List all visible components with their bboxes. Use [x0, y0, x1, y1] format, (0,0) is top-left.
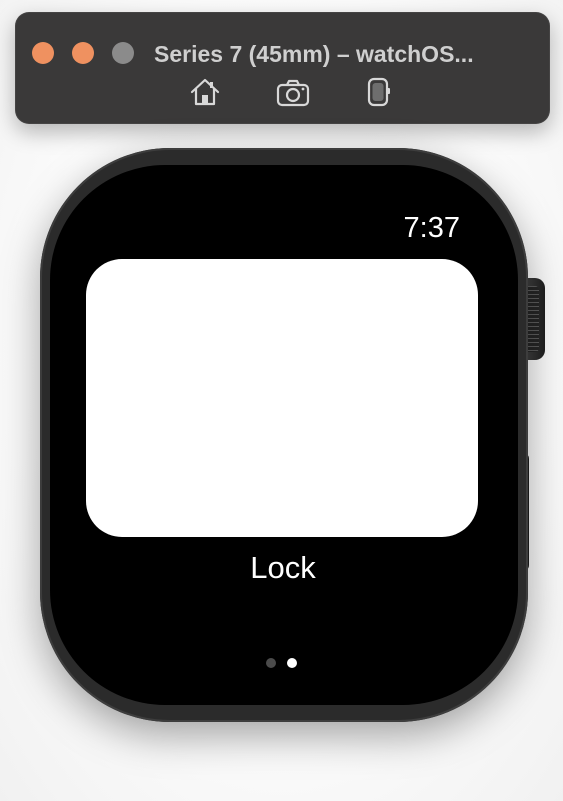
page-dot-2-active [287, 658, 297, 668]
screenshot-button[interactable] [275, 76, 311, 108]
simulator-stage: Series 7 (45mm) – watchOS... 7:37 Lock [0, 0, 563, 801]
camera-icon [276, 79, 310, 107]
rotate-device-icon [367, 77, 390, 107]
page-indicator [262, 657, 302, 669]
home-icon [190, 78, 220, 106]
home-button[interactable] [187, 76, 223, 108]
minimize-window-button[interactable] [72, 42, 94, 64]
close-window-button[interactable] [32, 42, 54, 64]
page-dot-1 [266, 658, 276, 668]
window-title: Series 7 (45mm) – watchOS... [154, 41, 474, 67]
rotate-device-button[interactable] [360, 76, 396, 108]
zoom-window-button[interactable] [112, 42, 134, 64]
simulator-titlebar: Series 7 (45mm) – watchOS... [15, 12, 550, 124]
status-time: 7:37 [403, 212, 460, 244]
lock-card[interactable] [86, 259, 478, 537]
lock-label: Lock [250, 550, 316, 585]
